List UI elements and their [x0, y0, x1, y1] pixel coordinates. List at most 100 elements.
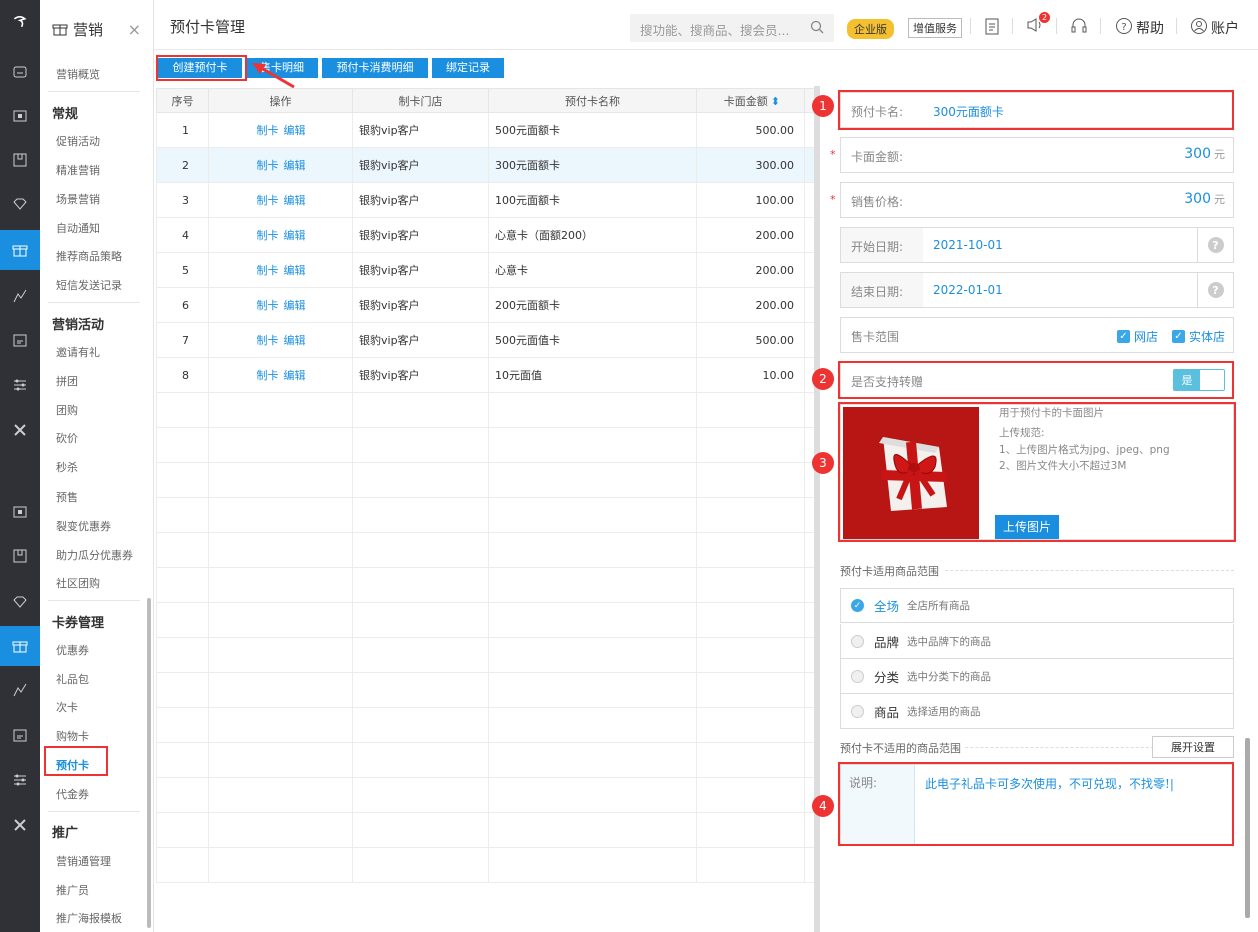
tools-icon[interactable] — [0, 410, 40, 450]
member-icon[interactable] — [0, 184, 40, 224]
sidebar-item[interactable]: 优惠券 — [40, 642, 140, 658]
sidebar-item[interactable]: 短信发送记录 — [40, 277, 140, 293]
sidebar-item[interactable]: 购物卡 — [40, 728, 140, 744]
staff-icon-2[interactable] — [0, 715, 40, 755]
table-row[interactable]: 4 制卡 编辑 银豹vip客户 心意卡（面额200） 200.00 — [156, 217, 821, 253]
cashier-icon-2[interactable] — [0, 492, 40, 532]
sidebar-item[interactable]: 裂变优惠券 — [40, 518, 140, 534]
edit-link[interactable]: 编辑 — [284, 264, 306, 277]
make-card-link[interactable]: 制卡 — [257, 264, 279, 277]
table-row[interactable]: 2 制卡 编辑 银豹vip客户 300元面额卡 300.00 — [156, 147, 821, 183]
sidebar-item[interactable]: 秒杀 — [40, 459, 140, 475]
make-card-link[interactable]: 制卡 — [257, 159, 279, 172]
make-card-link[interactable]: 制卡 — [257, 229, 279, 242]
sidebar-item[interactable]: 营销通管理 — [40, 853, 140, 869]
edit-link[interactable]: 编辑 — [284, 369, 306, 382]
sidebar-item[interactable]: 推广海报模板 — [40, 910, 140, 926]
make-card-link[interactable]: 制卡 — [257, 334, 279, 347]
sidebar-item[interactable]: 次卡 — [40, 699, 140, 715]
annotation-badge-4: 4 — [812, 795, 834, 817]
report-icon-2[interactable] — [0, 670, 40, 710]
sidebar-item[interactable]: 推广员 — [40, 882, 140, 898]
sidebar-item[interactable]: 社区团购 — [40, 575, 140, 591]
account-link[interactable]: 账户 — [1190, 17, 1239, 38]
binding-record-button[interactable]: 绑定记录 — [432, 58, 504, 78]
online-store-checkbox[interactable]: ✓ 网店 — [1116, 328, 1158, 345]
edit-link[interactable]: 编辑 — [284, 194, 306, 207]
goods-scope-option-category[interactable]: 分类 选中分类下的商品 — [840, 659, 1234, 694]
headset-icon[interactable] — [1070, 17, 1088, 35]
sidebar-item[interactable]: 推荐商品策略 — [40, 248, 140, 264]
highlight-box — [838, 762, 1234, 846]
sidebar-item[interactable]: 精准营销 — [40, 162, 140, 178]
settings-icon-2[interactable] — [0, 760, 40, 800]
goods-icon-2[interactable] — [0, 536, 40, 576]
radio-icon[interactable] — [851, 704, 864, 718]
table-row[interactable]: 5 制卡 编辑 银豹vip客户 心意卡 200.00 — [156, 252, 821, 288]
expand-settings-button[interactable]: 展开设置 — [1152, 736, 1234, 758]
goods-scope-option-brand[interactable]: 品牌 选中品牌下的商品 — [840, 624, 1234, 659]
table-row[interactable]: 7 制卡 编辑 银豹vip客户 500元面值卡 500.00 — [156, 322, 821, 358]
edit-link[interactable]: 编辑 — [284, 229, 306, 242]
table-row[interactable]: 1 制卡 编辑 银豹vip客户 500元面额卡 500.00 — [156, 112, 821, 148]
goods-scope-option-goods[interactable]: 商品 选择适用的商品 — [840, 694, 1234, 729]
goods-icon[interactable] — [0, 140, 40, 180]
edit-link[interactable]: 编辑 — [284, 299, 306, 312]
consumption-detail-button[interactable]: 预付卡消费明细 — [322, 58, 428, 78]
physical-store-checkbox[interactable]: ✓ 实体店 — [1171, 328, 1225, 345]
sidebar-item[interactable]: 邀请有礼 — [40, 344, 140, 360]
logo-icon[interactable] — [0, 2, 40, 42]
table-row[interactable]: 6 制卡 编辑 银豹vip客户 200元面额卡 200.00 — [156, 287, 821, 323]
sidebar-item[interactable]: 礼品包 — [40, 671, 140, 687]
edit-link[interactable]: 编辑 — [284, 159, 306, 172]
search-input[interactable]: 搜功能、搜商品、搜会员... — [630, 14, 834, 42]
edit-link[interactable]: 编辑 — [284, 124, 306, 137]
radio-checked-icon[interactable]: ✓ — [851, 599, 864, 612]
sidebar-scrollbar[interactable] — [147, 598, 151, 928]
make-card-link[interactable]: 制卡 — [257, 299, 279, 312]
sidebar-item[interactable]: 预售 — [40, 489, 140, 505]
home-icon[interactable] — [0, 52, 40, 92]
radio-icon[interactable] — [851, 669, 864, 683]
panel-scrollbar[interactable] — [1245, 738, 1250, 918]
sidebar-item[interactable]: 自动通知 — [40, 220, 140, 236]
edit-link[interactable]: 编辑 — [284, 334, 306, 347]
value-service-button[interactable]: 增值服务 — [908, 18, 962, 38]
sidebar-item[interactable]: 促销活动 — [40, 133, 140, 149]
help-icon[interactable]: ? — [1197, 273, 1233, 307]
sort-icon[interactable]: ⬍ — [771, 95, 780, 108]
marketing-icon[interactable] — [0, 230, 40, 270]
table-row[interactable]: 8 制卡 编辑 银豹vip客户 10元面值 10.00 — [156, 357, 821, 393]
sale-price-field[interactable]: 销售价格: 300 元 — [840, 182, 1234, 218]
sidebar-item[interactable]: 代金券 — [40, 786, 140, 802]
sidebar-item[interactable]: 场景营销 — [40, 191, 140, 207]
sidebar-item[interactable]: 助力瓜分优惠券 — [40, 547, 140, 563]
close-icon[interactable]: × — [128, 20, 141, 39]
sidebar-item[interactable]: 拼团 — [40, 373, 140, 389]
tools-icon-2[interactable] — [0, 805, 40, 845]
start-date-field[interactable]: 开始日期: 2021-10-01 ? — [840, 227, 1234, 263]
table-row[interactable]: 3 制卡 编辑 银豹vip客户 100元面额卡 100.00 — [156, 182, 821, 218]
make-card-link[interactable]: 制卡 — [257, 194, 279, 207]
report-icon[interactable] — [0, 276, 40, 316]
cell-empty — [696, 567, 805, 603]
sidebar-item[interactable]: 团购 — [40, 402, 140, 418]
member-icon-2[interactable] — [0, 582, 40, 622]
make-card-link[interactable]: 制卡 — [257, 124, 279, 137]
make-card-link[interactable]: 制卡 — [257, 369, 279, 382]
end-date-field[interactable]: 结束日期: 2022-01-01 ? — [840, 272, 1234, 308]
help-icon[interactable]: ? — [1197, 228, 1233, 262]
clipboard-icon[interactable] — [984, 17, 1000, 35]
col-header-amount[interactable]: 卡面金额 ⬍ — [696, 88, 805, 113]
marketing-icon-2[interactable] — [0, 626, 40, 666]
settings-icon[interactable] — [0, 365, 40, 405]
face-value-field[interactable]: 卡面金额: 300 元 — [840, 137, 1234, 173]
cashier-icon[interactable] — [0, 96, 40, 136]
radio-icon[interactable] — [851, 634, 864, 648]
goods-scope-option-all[interactable]: ✓ 全场 全店所有商品 — [840, 588, 1234, 623]
sidebar-item-overview[interactable]: 营销概览 — [40, 66, 140, 82]
sidebar-item[interactable]: 砍价 — [40, 430, 140, 446]
staff-icon[interactable] — [0, 320, 40, 360]
search-icon[interactable] — [810, 20, 824, 37]
help-link[interactable]: ? 帮助 — [1115, 17, 1164, 38]
